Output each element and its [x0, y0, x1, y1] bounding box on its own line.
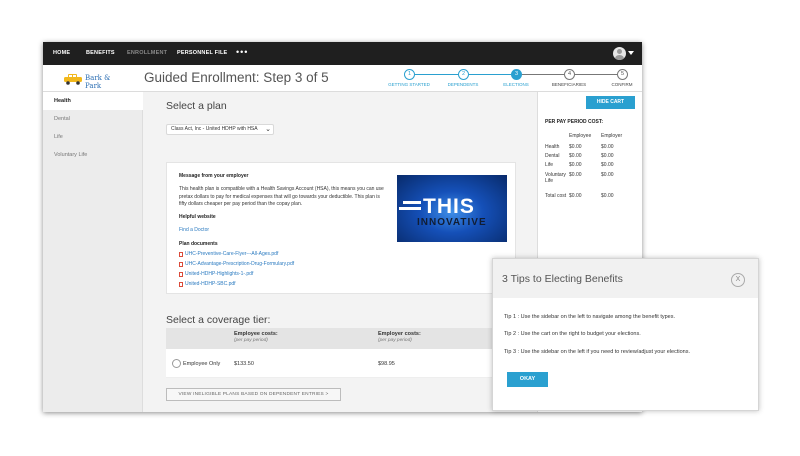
pdf-icon [179, 252, 183, 257]
step-5[interactable]: 5 [617, 69, 628, 80]
tier-label: Employee Only [183, 361, 221, 367]
tier-header-row: Employee costs: (per pay period) Employe… [166, 328, 516, 349]
document-link[interactable]: UHC-Advantage-Prescription-Drug-Formular… [185, 261, 294, 267]
plan-video[interactable]: THIS INNOVATIVE [397, 175, 507, 242]
table-row[interactable]: Employee Only $133.50 $98.95 [166, 349, 516, 378]
document-link[interactable]: United-HDHP-Highlights-1-.pdf [185, 271, 253, 277]
pdf-icon [179, 282, 183, 287]
logo: Bark & Park [63, 70, 125, 90]
step-connector [469, 74, 511, 75]
find-doctor-link[interactable]: Find a Doctor [179, 227, 209, 233]
employer-costs-header: Employer costs: [378, 331, 421, 337]
okay-button[interactable]: OKAY [507, 372, 548, 387]
step-1[interactable]: 1 [404, 69, 415, 80]
cart-employer-value: $0.00 [601, 144, 614, 150]
close-icon[interactable]: X [731, 273, 745, 287]
nav-more-icon[interactable]: ••• [236, 42, 248, 65]
video-title-text: THIS [423, 195, 475, 218]
logo-text: Bark & Park [85, 74, 111, 90]
main-content: Select a plan Class Act, Inc - United HD… [144, 92, 536, 412]
tips-dialog: 3 Tips to Electing Benefits X Tip 1 : Us… [492, 258, 759, 411]
cart-total-label: Total cost [545, 193, 567, 199]
page-title: Guided Enrollment: Step 3 of 5 [144, 70, 329, 85]
website-heading: Helpful website [179, 214, 216, 220]
progress-stepper: 1 2 3 4 5 GETTING STARTED DEPENDENTS ELE… [388, 69, 633, 91]
hide-cart-button[interactable]: HIDE CART [586, 96, 635, 109]
sidebar-item-dental[interactable]: Dental [43, 110, 143, 128]
cart-employee-value: $0.00 [569, 144, 582, 150]
step-3[interactable]: 3 [511, 69, 522, 80]
cart-row-label: Health [545, 144, 560, 150]
step-label: CONFIRM [611, 82, 633, 87]
cart-employee-value: $0.00 [569, 172, 582, 178]
cart-employer-value: $0.00 [601, 153, 614, 159]
step-connector [522, 74, 564, 75]
user-head-icon [617, 49, 622, 54]
sidebar: Health Dental Life Voluntary Life [43, 92, 143, 412]
page-header: Bark & Park Guided Enrollment: Step 3 of… [43, 65, 642, 92]
message-text: This health plan is compatible with a He… [179, 186, 384, 207]
pdf-icon [179, 262, 183, 267]
plan-dropdown-value: Class Act, Inc - United HDHP with HSA [171, 126, 258, 132]
employee-only-radio[interactable] [172, 359, 181, 368]
employee-cost: $133.50 [234, 361, 254, 367]
employer-cost: $98.95 [378, 361, 395, 367]
pdf-icon [179, 272, 183, 277]
chevron-down-icon: ⌄ [265, 126, 271, 133]
video-graphic [403, 201, 421, 204]
cart-row-label: Life [545, 162, 554, 168]
cart-employee-value: $0.00 [569, 162, 582, 168]
cart-total-employer: $0.00 [601, 193, 614, 199]
dialog-title: 3 Tips to Electing Benefits [502, 273, 623, 285]
sidebar-item-life[interactable]: Life [43, 128, 143, 146]
cart-title: PER PAY PERIOD COST: [545, 119, 603, 125]
nav-benefits[interactable]: BENEFITS [86, 42, 115, 65]
select-plan-heading: Select a plan [166, 100, 227, 112]
cart-total-employee: $0.00 [569, 193, 582, 199]
chevron-down-icon[interactable] [628, 51, 634, 55]
sidebar-item-voluntary-life[interactable]: Voluntary Life [43, 146, 143, 164]
per-pay-period-note: (per pay period) [378, 338, 412, 343]
top-nav: HOME BENEFITS ENROLLMENT PERSONNEL FILE … [43, 42, 642, 65]
coverage-tier-table: Employee costs: (per pay period) Employe… [166, 328, 516, 378]
step-connector [575, 74, 617, 75]
cart-employer-value: $0.00 [601, 172, 614, 178]
nav-enrollment[interactable]: ENROLLMENT [127, 42, 167, 65]
per-pay-period-note: (per pay period) [234, 338, 268, 343]
nav-home[interactable]: HOME [53, 42, 70, 65]
plan-info-card: Message from your employer This health p… [166, 162, 516, 294]
coverage-tier-heading: Select a coverage tier: [166, 314, 271, 326]
step-label: ELECTIONS [503, 82, 529, 87]
message-heading: Message from your employer [179, 173, 249, 179]
user-body-icon [615, 55, 624, 60]
step-label: BENEFICIARIES [551, 82, 587, 87]
view-ineligible-plans-button[interactable]: VIEW INELIGIBLE PLANS BASED ON DEPENDENT… [166, 388, 341, 401]
tip-1: Tip 1 : Use the sidebar on the left to n… [504, 314, 676, 320]
avatar[interactable] [613, 47, 626, 60]
video-graphic [399, 207, 421, 210]
cart-employee-value: $0.00 [569, 153, 582, 159]
step-4[interactable]: 4 [564, 69, 575, 80]
step-connector [415, 74, 458, 75]
document-link[interactable]: United-HDHP-SBC.pdf [185, 281, 236, 287]
plan-dropdown[interactable]: Class Act, Inc - United HDHP with HSA ⌄ [166, 124, 274, 135]
cart-employee-header: Employee [569, 133, 592, 139]
nav-personnel-file[interactable]: PERSONNEL FILE [177, 42, 227, 65]
car-logo-icon [64, 74, 82, 85]
dialog-header: 3 Tips to Electing Benefits X [493, 259, 758, 298]
step-2[interactable]: 2 [458, 69, 469, 80]
step-label: DEPENDENTS [447, 82, 479, 87]
cart-row-label: Voluntary Life [545, 172, 566, 184]
cart-employer-header: Employer [601, 133, 623, 139]
cart-row-label: Dental [545, 153, 560, 159]
step-label: GETTING STARTED [388, 82, 430, 87]
document-link[interactable]: UHC-Preventive-Care-Flyer---All-Ages.pdf [185, 251, 278, 257]
video-subtitle-text: INNOVATIVE [417, 217, 487, 228]
employee-costs-header: Employee costs: [234, 331, 278, 337]
sidebar-item-health[interactable]: Health [43, 92, 143, 110]
cart-employer-value: $0.00 [601, 162, 614, 168]
tip-2: Tip 2 : Use the cart on the right to bud… [504, 331, 641, 337]
tip-3: Tip 3 : Use the sidebar on the left if y… [504, 349, 690, 355]
documents-heading: Plan documents [179, 241, 218, 247]
